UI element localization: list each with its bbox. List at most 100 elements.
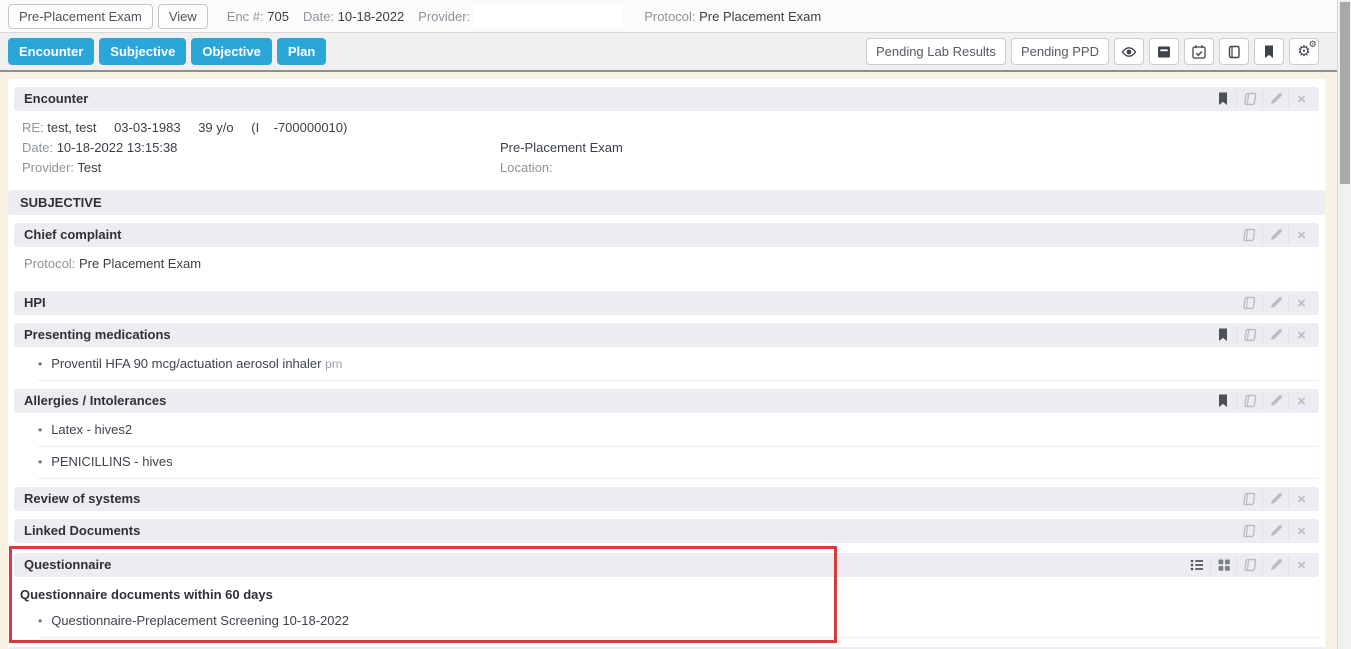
- location-line: Location:: [500, 158, 553, 178]
- medication-item[interactable]: Proventil HFA 90 mcg/actuation aerosol i…: [38, 349, 1319, 381]
- review-of-systems-header: Review of systems ×: [14, 487, 1319, 511]
- gears-icon: ⚙⚙: [1297, 44, 1310, 59]
- close-icon[interactable]: ×: [1288, 226, 1314, 244]
- encounter-page: Pre-Placement Exam View Enc #: 705 Date:…: [0, 0, 1351, 649]
- book-icon-button[interactable]: [1219, 38, 1249, 65]
- encounter-date-line: Date: 10-18-2022 13:15:38: [22, 138, 500, 158]
- encounter-section-title: Encounter: [24, 91, 88, 106]
- bookmark-icon[interactable]: [1210, 392, 1236, 410]
- medication-list: Proventil HFA 90 mcg/actuation aerosol i…: [14, 349, 1319, 381]
- allergy-list: Latex - hives2 PENICILLINS - hives: [14, 415, 1319, 479]
- allergies-title: Allergies / Intolerances: [24, 393, 166, 408]
- list-view-icon[interactable]: [1184, 556, 1210, 574]
- chief-complaint-header: Chief complaint ×: [14, 223, 1319, 247]
- questionnaire-subtitle: Questionnaire documents within 60 days: [14, 577, 1319, 604]
- eye-icon-button[interactable]: [1114, 38, 1144, 65]
- questionnaire-title: Questionnaire: [24, 557, 111, 572]
- pencil-icon[interactable]: [1262, 522, 1288, 540]
- archive-icon-button[interactable]: [1149, 38, 1179, 65]
- pencil-icon[interactable]: [1262, 226, 1288, 244]
- encounter-details: RE: test, test 03-03-1983 39 y/o (I -700…: [14, 111, 1319, 190]
- questionnaire-actions: ×: [1184, 556, 1314, 574]
- vertical-scrollbar[interactable]: [1337, 0, 1351, 649]
- questionnaire-section: Questionnaire × Questionnaire documents …: [14, 553, 1319, 638]
- grid-view-icon[interactable]: [1210, 556, 1236, 574]
- book-icon[interactable]: [1236, 392, 1262, 410]
- bookmark-icon[interactable]: [1210, 326, 1236, 344]
- encounter-section-actions: ×: [1210, 90, 1314, 108]
- view-button[interactable]: View: [158, 4, 208, 29]
- allergy-item[interactable]: Latex - hives2: [38, 415, 1319, 447]
- bookmark-icon[interactable]: [1210, 90, 1236, 108]
- protocol-info: Protocol: Pre Placement Exam: [644, 9, 821, 24]
- nav-plan-button[interactable]: Plan: [277, 38, 326, 65]
- close-icon[interactable]: ×: [1288, 392, 1314, 410]
- book-icon[interactable]: [1236, 226, 1262, 244]
- section-nav-bar: Encounter Subjective Objective Plan Pend…: [0, 33, 1337, 72]
- book-icon[interactable]: [1236, 490, 1262, 508]
- pencil-icon[interactable]: [1262, 90, 1288, 108]
- encounter-info-bar: Pre-Placement Exam View Enc #: 705 Date:…: [0, 0, 1337, 33]
- questionnaire-header: Questionnaire ×: [14, 553, 1319, 577]
- note-panel: Encounter × RE: test, test 03-03-1983 39…: [8, 79, 1325, 649]
- provider-line: Provider: Test: [22, 158, 500, 178]
- questionnaire-document-item[interactable]: Questionnaire-Preplacement Screening 10-…: [38, 606, 1319, 638]
- book-icon[interactable]: [1236, 326, 1262, 344]
- book-icon[interactable]: [1236, 90, 1262, 108]
- chief-complaint-title: Chief complaint: [24, 227, 122, 242]
- visit-type: Pre-Placement Exam: [500, 138, 623, 158]
- provider-field-label: Provider:: [418, 9, 470, 24]
- calendar-check-icon: [1191, 44, 1207, 60]
- pencil-icon[interactable]: [1262, 556, 1288, 574]
- book-icon[interactable]: [1236, 294, 1262, 312]
- subjective-section-header: SUBJECTIVE: [8, 190, 1325, 215]
- medication-sig: prn: [325, 357, 342, 371]
- bookmark-icon-button[interactable]: [1254, 38, 1284, 65]
- pencil-icon[interactable]: [1262, 294, 1288, 312]
- close-icon[interactable]: ×: [1288, 522, 1314, 540]
- questionnaire-document-list: Questionnaire-Preplacement Screening 10-…: [14, 606, 1319, 638]
- linked-documents-header: Linked Documents ×: [14, 519, 1319, 543]
- pencil-icon[interactable]: [1262, 392, 1288, 410]
- eye-icon: [1121, 44, 1137, 60]
- pending-lab-results-button[interactable]: Pending Lab Results: [866, 38, 1006, 65]
- allergies-header: Allergies / Intolerances ×: [14, 389, 1319, 413]
- settings-icon-button[interactable]: ⚙⚙: [1289, 38, 1319, 65]
- pencil-icon[interactable]: [1262, 326, 1288, 344]
- chief-complaint-actions: ×: [1236, 226, 1314, 244]
- exam-type-button[interactable]: Pre-Placement Exam: [8, 4, 153, 29]
- archive-box-icon: [1156, 44, 1172, 60]
- pending-ppd-button[interactable]: Pending PPD: [1011, 38, 1109, 65]
- close-icon[interactable]: ×: [1288, 490, 1314, 508]
- book-icon[interactable]: [1236, 522, 1262, 540]
- linked-documents-title: Linked Documents: [24, 523, 140, 538]
- book-icon[interactable]: [1236, 556, 1262, 574]
- close-icon[interactable]: ×: [1288, 90, 1314, 108]
- allergy-item[interactable]: PENICILLINS - hives: [38, 447, 1319, 479]
- chief-complaint-content: Protocol: Pre Placement Exam: [14, 247, 1319, 283]
- patient-line: RE: test, test 03-03-1983 39 y/o (I -700…: [22, 118, 1311, 138]
- subjective-title: SUBJECTIVE: [20, 195, 102, 210]
- close-icon[interactable]: ×: [1288, 556, 1314, 574]
- enc-date: Date: 10-18-2022: [303, 9, 404, 24]
- nav-encounter-button[interactable]: Encounter: [8, 38, 94, 65]
- provider-input[interactable]: [474, 6, 622, 26]
- hpi-actions: ×: [1236, 294, 1314, 312]
- book-icon: [1226, 44, 1242, 60]
- pencil-icon[interactable]: [1262, 490, 1288, 508]
- nav-objective-button[interactable]: Objective: [191, 38, 272, 65]
- nav-subjective-button[interactable]: Subjective: [99, 38, 186, 65]
- encounter-section-header: Encounter ×: [14, 87, 1319, 111]
- presenting-medications-actions: ×: [1210, 326, 1314, 344]
- review-of-systems-actions: ×: [1236, 490, 1314, 508]
- enc-number: Enc #: 705: [227, 9, 289, 24]
- calendar-icon-button[interactable]: [1184, 38, 1214, 65]
- close-icon[interactable]: ×: [1288, 326, 1314, 344]
- bookmark-icon: [1261, 44, 1277, 60]
- linked-documents-actions: ×: [1236, 522, 1314, 540]
- note-content-area: Encounter × RE: test, test 03-03-1983 39…: [0, 72, 1337, 649]
- presenting-medications-header: Presenting medications ×: [14, 323, 1319, 347]
- review-of-systems-title: Review of systems: [24, 491, 140, 506]
- scrollbar-thumb[interactable]: [1340, 2, 1350, 184]
- close-icon[interactable]: ×: [1288, 294, 1314, 312]
